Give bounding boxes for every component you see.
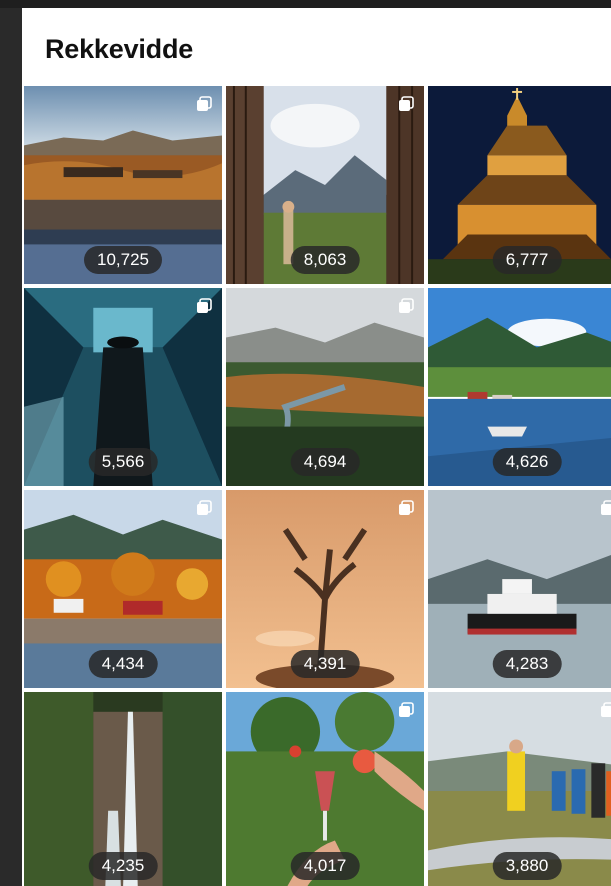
multiple-images-icon: [399, 96, 414, 111]
multiple-images-icon: [399, 702, 414, 717]
post-tile-7[interactable]: 4,434: [24, 490, 222, 688]
multiple-images-icon: [197, 96, 212, 111]
post-tile-4[interactable]: 5,566: [24, 288, 222, 486]
multiple-images-icon: [197, 298, 212, 313]
multiple-images-icon: [399, 500, 414, 515]
reach-panel: Rekkevidde 10,725 8,063 6,777 5,566 4,69…: [22, 8, 611, 886]
reach-count-badge: 4,391: [290, 650, 360, 678]
post-tile-3[interactable]: 6,777: [428, 86, 611, 284]
post-tile-5[interactable]: 4,694: [226, 288, 424, 486]
window-top-strip: [0, 0, 611, 8]
post-tile-12[interactable]: 3,880: [428, 692, 611, 886]
reach-count-badge: 4,235: [88, 852, 158, 880]
reach-count-badge: 10,725: [84, 246, 162, 274]
post-tile-9[interactable]: 4,283: [428, 490, 611, 688]
post-grid: 10,725 8,063 6,777 5,566 4,694 4,626 4,4…: [22, 8, 611, 886]
multiple-images-icon: [601, 500, 611, 515]
multiple-images-icon: [197, 500, 212, 515]
reach-count-badge: 3,880: [492, 852, 562, 880]
post-tile-11[interactable]: 4,017: [226, 692, 424, 886]
reach-count-badge: 4,283: [492, 650, 562, 678]
reach-count-badge: 4,434: [88, 650, 158, 678]
reach-count-badge: 4,626: [492, 448, 562, 476]
reach-count-badge: 5,566: [88, 448, 158, 476]
reach-count-badge: 6,777: [492, 246, 562, 274]
post-tile-8[interactable]: 4,391: [226, 490, 424, 688]
multiple-images-icon: [601, 702, 611, 717]
multiple-images-icon: [399, 298, 414, 313]
post-tile-6[interactable]: 4,626: [428, 288, 611, 486]
reach-count-badge: 4,694: [290, 448, 360, 476]
reach-count-badge: 8,063: [290, 246, 360, 274]
post-tile-2[interactable]: 8,063: [226, 86, 424, 284]
post-tile-1[interactable]: 10,725: [24, 86, 222, 284]
reach-count-badge: 4,017: [290, 852, 360, 880]
post-tile-10[interactable]: 4,235: [24, 692, 222, 886]
